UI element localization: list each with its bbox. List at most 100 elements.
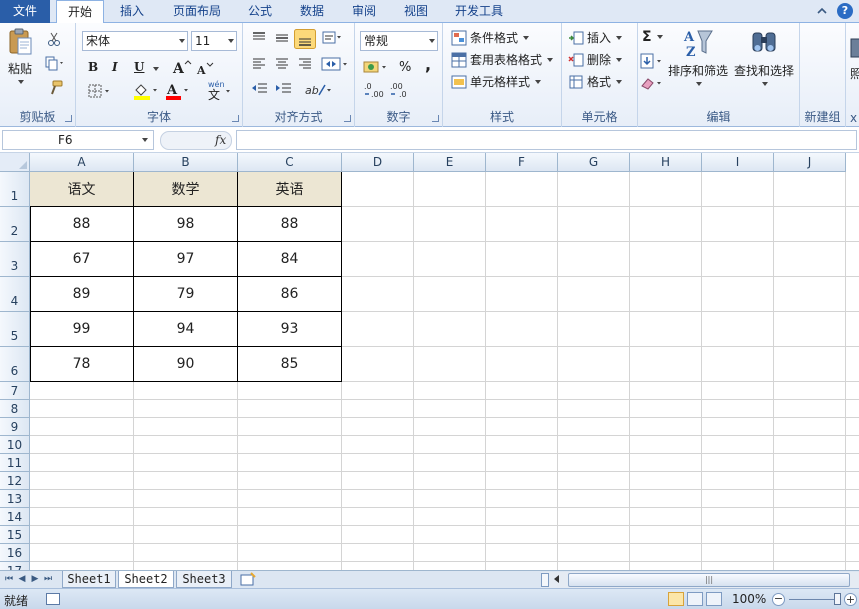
column-header-d[interactable]: D — [342, 153, 414, 172]
tab-home[interactable]: 开始 — [56, 0, 104, 24]
find-select-button[interactable]: 查找和选择 — [732, 27, 796, 86]
autosum-button[interactable]: Σ — [642, 29, 663, 45]
tab-data[interactable]: 数据 — [290, 0, 334, 23]
align-left-icon[interactable] — [251, 57, 267, 71]
currency-icon[interactable] — [363, 59, 391, 75]
sheet-tab-3[interactable]: Sheet3 — [176, 571, 232, 588]
borders-icon[interactable] — [88, 83, 114, 99]
row-header-11[interactable]: 11 — [0, 454, 30, 472]
number-format-select[interactable]: 常规 — [360, 31, 438, 51]
align-center-icon[interactable] — [274, 57, 290, 71]
table-cell[interactable]: 97 — [134, 242, 238, 277]
macro-record-icon[interactable] — [46, 593, 60, 605]
page-break-view-icon[interactable] — [706, 592, 722, 606]
table-cell[interactable]: 78 — [30, 347, 134, 382]
column-header-j[interactable]: J — [774, 153, 846, 172]
italic-button[interactable]: I — [112, 60, 118, 74]
table-cell[interactable]: 88 — [238, 207, 342, 242]
next-sheet-icon[interactable]: ▶ — [29, 573, 41, 586]
row-header-8[interactable]: 8 — [0, 400, 30, 418]
minimize-ribbon-icon[interactable] — [815, 4, 829, 18]
zoom-slider-thumb[interactable] — [834, 593, 841, 605]
format-cells-button[interactable]: 格式 — [568, 73, 623, 90]
prev-sheet-icon[interactable]: ◀ — [16, 573, 28, 586]
last-sheet-icon[interactable]: ⏭ — [42, 573, 54, 586]
table-cell[interactable]: 67 — [30, 242, 134, 277]
column-header-g[interactable]: G — [558, 153, 630, 172]
underline-button[interactable]: U — [134, 60, 144, 74]
row-header-10[interactable]: 10 — [0, 436, 30, 454]
format-as-table-button[interactable]: 套用表格格式 — [451, 51, 554, 68]
align-middle-icon[interactable] — [274, 31, 290, 45]
tab-view[interactable]: 视图 — [394, 0, 438, 23]
table-cell[interactable]: 94 — [134, 312, 238, 347]
orientation-icon[interactable] — [321, 29, 343, 47]
tab-file[interactable]: 文件 — [0, 0, 50, 23]
table-cell[interactable]: 85 — [238, 347, 342, 382]
table-cell[interactable]: 98 — [134, 207, 238, 242]
page-layout-view-icon[interactable] — [687, 592, 703, 606]
table-cell[interactable]: 86 — [238, 277, 342, 312]
row-header-16[interactable]: 16 — [0, 544, 30, 562]
decrease-font-icon[interactable]: A — [196, 61, 216, 77]
row-header-15[interactable]: 15 — [0, 526, 30, 544]
row-header-6[interactable]: 6 — [0, 347, 30, 382]
column-header-e[interactable]: E — [414, 153, 486, 172]
column-header-h[interactable]: H — [630, 153, 702, 172]
column-header-i[interactable]: I — [702, 153, 774, 172]
tab-page-layout[interactable]: 页面布局 — [164, 0, 230, 23]
align-bottom-icon[interactable] — [294, 29, 316, 49]
row-header-3[interactable]: 3 — [0, 242, 30, 277]
tab-review[interactable]: 审阅 — [342, 0, 386, 23]
align-right-icon[interactable] — [297, 57, 313, 71]
row-header-12[interactable]: 12 — [0, 472, 30, 490]
scroll-left-icon[interactable] — [554, 575, 559, 583]
column-header-f[interactable]: F — [486, 153, 558, 172]
cell-styles-button[interactable]: 单元格样式 — [451, 73, 542, 90]
table-cell[interactable]: 99 — [30, 312, 134, 347]
row-header-14[interactable]: 14 — [0, 508, 30, 526]
wrap-text-icon[interactable]: ab — [303, 81, 333, 99]
conditional-format-button[interactable]: 条件格式 — [451, 29, 530, 46]
table-header-cell[interactable]: 英语 — [238, 172, 342, 207]
table-header-cell[interactable]: 数学 — [134, 172, 238, 207]
font-launcher-icon[interactable] — [232, 115, 239, 122]
percent-button[interactable]: % — [399, 60, 411, 75]
merge-center-icon[interactable] — [321, 55, 349, 73]
tab-formulas[interactable]: 公式 — [238, 0, 282, 23]
normal-view-icon[interactable] — [668, 592, 684, 606]
clipboard-launcher-icon[interactable] — [65, 115, 72, 122]
format-painter-icon[interactable] — [46, 79, 64, 97]
name-box[interactable]: F6 — [2, 130, 154, 150]
row-header-5[interactable]: 5 — [0, 312, 30, 347]
insert-cells-button[interactable]: 插入 — [568, 29, 623, 46]
camera-icon[interactable] — [850, 33, 859, 63]
column-header-c[interactable]: C — [238, 153, 342, 172]
sheet-tab-2[interactable]: Sheet2 — [118, 571, 174, 588]
table-cell[interactable]: 90 — [134, 347, 238, 382]
cut-icon[interactable] — [46, 31, 62, 47]
select-all-corner[interactable] — [0, 153, 30, 172]
horizontal-scrollbar[interactable]: ||| — [541, 572, 859, 588]
clear-icon[interactable] — [640, 75, 666, 91]
increase-font-icon[interactable]: A — [172, 59, 192, 75]
first-sheet-icon[interactable]: ⏮ — [3, 573, 15, 586]
paste-button[interactable]: 粘贴 — [4, 27, 36, 84]
font-color-icon[interactable]: A — [164, 81, 192, 101]
increase-indent-icon[interactable] — [275, 81, 293, 97]
tab-insert[interactable]: 插入 — [110, 0, 154, 23]
row-header-9[interactable]: 9 — [0, 418, 30, 436]
insert-sheet-icon[interactable] — [238, 572, 260, 587]
help-icon[interactable]: ? — [837, 3, 853, 19]
increase-decimal-icon[interactable]: .0.00 — [363, 81, 385, 99]
table-cell[interactable]: 88 — [30, 207, 134, 242]
font-name-select[interactable]: 宋体 — [82, 31, 188, 51]
row-header-17[interactable]: 17 — [0, 562, 30, 570]
delete-cells-button[interactable]: 删除 — [568, 51, 623, 68]
zoom-in-icon[interactable]: + — [844, 593, 857, 606]
zoom-level[interactable]: 100% — [732, 592, 766, 606]
comma-button[interactable]: , — [425, 55, 431, 74]
row-header-13[interactable]: 13 — [0, 490, 30, 508]
sheet-tab-1[interactable]: Sheet1 — [62, 571, 116, 588]
table-header-cell[interactable]: 语文 — [30, 172, 134, 207]
